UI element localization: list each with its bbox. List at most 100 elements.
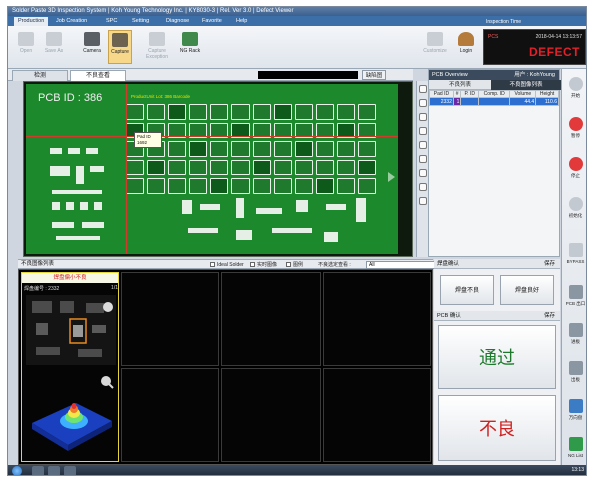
pad-list-panel: PCB Overview 用户 : KohYoung 不良列表 不良图像列表 P… [428,69,561,257]
defect-thumbnail-grid: 焊盘偏小不良 焊盘编号 : 2332 1/1 [18,269,433,465]
crosshair-horizontal [26,136,398,137]
zoom-in-icon[interactable] [418,99,427,107]
universal-tray-button[interactable]: 万向盘 [564,397,586,429]
binoculars-icon[interactable] [418,155,427,163]
pad-grid [126,104,376,194]
inspection-time-label: Inspection Time [486,19,522,25]
load-board-icon [568,323,583,337]
menu-favorite[interactable]: Favorite [198,17,226,26]
camera-view-icon[interactable] [418,183,427,191]
menu-spc[interactable]: SPC [102,17,121,26]
open-button[interactable]: Open [14,30,38,64]
defect-filter-label: 不良选定查看 : [318,262,351,268]
menu-setting[interactable]: Setting [128,17,153,26]
pcb-pad [273,141,292,157]
table-row[interactable]: 2332 1 44.4 110.6 [429,97,559,106]
pcb-pad [147,159,166,176]
rotate-icon[interactable] [418,141,427,149]
initialize-button[interactable]: 初始化 [564,195,586,227]
menu-job-creation[interactable]: Job Creation [52,17,91,26]
pcb-pad [168,159,187,176]
pcb-save-button[interactable]: 保存 [544,311,555,321]
defect-thumbnail[interactable] [121,368,219,462]
capture-button[interactable]: Capture [108,30,132,64]
ng-list-button[interactable]: NG List [564,435,586,467]
tab-inspection[interactable]: 检测 [12,70,68,81]
ng-rack-button[interactable]: NG Rack [178,30,202,64]
pcb-pad [336,141,355,157]
pcb-pad [357,159,376,176]
customize-button[interactable]: Customize [420,30,450,64]
pcb-pad [252,141,271,157]
camera-button[interactable]: Camera [80,30,104,64]
defect-image-button[interactable]: 缺陷图 [362,70,386,80]
unload-board-icon [568,361,583,375]
login-button[interactable]: Login [454,30,478,64]
load-board-button[interactable]: 进板 [564,321,586,353]
menu-production[interactable]: Production [14,17,49,26]
pcb-pad [231,104,250,120]
defect-image-bar: 不良图像列表 Ideal Solder 实时图像 图例 不良选定查看 : All… [18,259,442,269]
save-icon [46,32,62,46]
pcb-pad [189,141,208,157]
pcb-pad [273,104,292,120]
tab-defect-list[interactable]: 不良列表 [429,80,491,90]
pad-good-button[interactable]: 焊盘良好 [500,275,554,305]
capture-exception-button[interactable]: Capture Exception [142,30,172,64]
defect-thumbnail[interactable] [323,368,431,462]
pause-button[interactable]: 暂停 [564,115,586,147]
fail-button[interactable]: 不良 [438,395,556,461]
pcb-board: PCB ID : 386 ProductUnit Lot: 386 Barcod… [26,84,398,254]
windows-start-icon[interactable] [12,466,22,475]
pass-button[interactable]: 通过 [438,325,556,389]
taskbar-app-icon[interactable] [64,466,76,475]
fit-icon[interactable] [418,127,427,135]
pcb-exit-button[interactable]: PCB 出口 [564,283,586,315]
pad-defect-button[interactable]: 焊盘不良 [440,275,494,305]
next-arrow-icon[interactable] [388,172,395,182]
defect-thumbnail[interactable] [221,368,321,462]
capture-exception-icon [149,32,165,46]
initialize-icon [568,197,583,211]
pad-confirm-header: 焊盘确认 保存 [434,259,560,269]
bypass-button[interactable]: BYPASS [564,241,586,273]
live-image-checkbox[interactable]: 实时图像 [250,262,277,268]
ng-list-icon [568,437,583,451]
pcb-pad [147,178,166,194]
taskbar-app-icon[interactable] [48,466,60,475]
save-as-button[interactable]: Save As [42,30,66,64]
pad-table-header: Pad ID # P. ID Comp. ID Volume Height [429,90,559,98]
defect-3d-render [32,376,114,451]
tab-defect-image-list[interactable]: 不良图像列表 [491,80,561,90]
defect-thumbnail-selected[interactable]: 焊盘偏小不良 焊盘编号 : 2332 1/1 [21,272,119,462]
ideal-solder-checkbox[interactable]: Ideal Solder [210,262,244,268]
pcb-pad [357,104,376,120]
pcb-pad [210,178,229,194]
defect-filter-select[interactable]: All ▾ [366,261,442,269]
pointer-icon[interactable] [418,85,427,93]
defect-thumbnail[interactable] [323,272,431,366]
layer-icon[interactable] [418,169,427,177]
bypass-arrow-icon [568,243,583,257]
unload-board-button[interactable]: 出板 [564,359,586,391]
pcb-overview-canvas[interactable]: PCB ID : 386 ProductUnit Lot: 386 Barcod… [23,81,413,257]
pcb-pad [315,178,334,194]
pcb-confirm-header: PCB 确认 保存 [434,311,560,321]
pcb-overview-header: PCB Overview 用户 : KohYoung [429,70,559,80]
pad-save-button[interactable]: 保存 [544,259,555,269]
legend-checkbox[interactable]: 图例 [286,262,303,268]
menu-diagnose[interactable]: Diagnose [162,17,193,26]
start-button[interactable]: 开始 [564,75,586,107]
pcb-pad [294,178,313,194]
tab-defect-view[interactable]: 不良查看 [70,70,126,81]
pcb-hint-label: ProductUnit Lot: 386 Barcode [131,94,191,99]
pause-icon [568,117,583,131]
taskbar-app-icon[interactable] [32,466,44,475]
menu-help[interactable]: Help [232,17,251,26]
defect-meta: 焊盘编号 : 2332 1/1 [24,285,118,292]
stop-button[interactable]: 停止 [564,155,586,187]
defect-thumbnail[interactable] [121,272,219,366]
defect-thumbnail[interactable] [221,272,321,366]
info-icon[interactable] [418,197,427,205]
zoom-out-icon[interactable] [418,113,427,121]
